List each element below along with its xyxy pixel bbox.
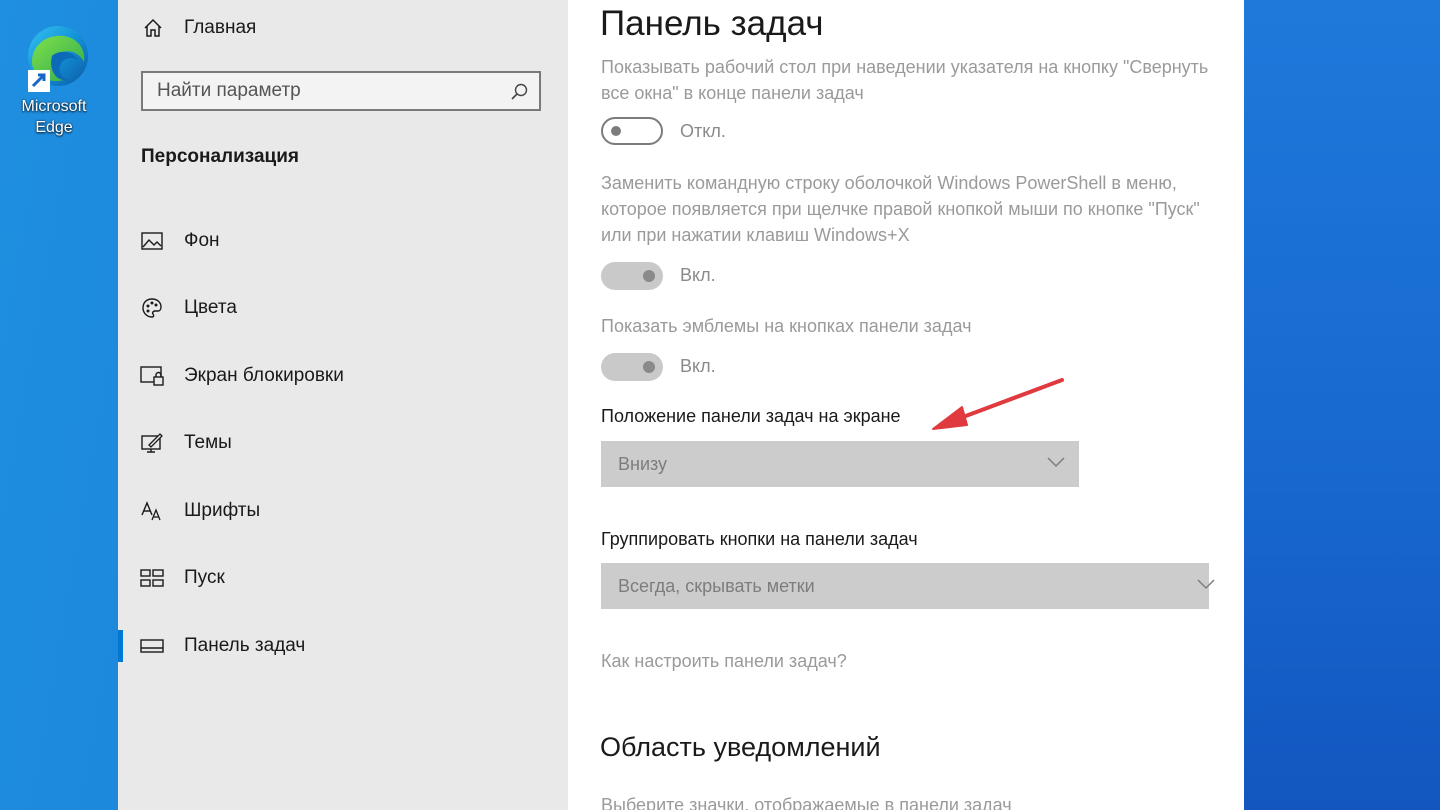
page-title: Панель задач: [600, 4, 832, 44]
desktop-background-right: [1244, 0, 1440, 810]
group-buttons-label: Группировать кнопки на панели задач: [601, 529, 918, 549]
content-pane: Панель задач Показывать рабочий стол при…: [568, 0, 1244, 810]
show-desktop-toggle-label: Откл.: [680, 121, 726, 141]
sidebar-item-label: Цвета: [184, 297, 237, 318]
settings-window: Главная Персонализация Фон Цвета: [118, 0, 1244, 810]
sidebar-item-label: Пуск: [184, 567, 225, 588]
edge-label-line2: Edge: [35, 119, 73, 136]
search-icon[interactable]: [509, 82, 529, 102]
powershell-toggle-label: Вкл.: [680, 265, 716, 285]
taskbar-position-value: Внизу: [618, 453, 668, 474]
desktop-shortcut-edge[interactable]: Microsoft Edge: [8, 22, 100, 142]
sidebar-item-label: Темы: [184, 432, 232, 453]
nav-home-label: Главная: [184, 17, 257, 38]
start-icon: [140, 566, 164, 590]
sidebar-item-themes[interactable]: Темы: [118, 421, 568, 465]
sidebar-item-background[interactable]: Фон: [118, 219, 568, 263]
notifications-heading: Область уведомлений: [600, 732, 881, 762]
group-buttons-value: Всегда, скрывать метки: [618, 575, 815, 596]
search-input[interactable]: [143, 73, 493, 109]
lock-screen-icon: [140, 364, 164, 388]
edge-logo-icon: [28, 26, 88, 92]
taskbar-icon: [140, 634, 164, 658]
badges-description: Показать эмблемы на кнопках панели задач: [601, 316, 972, 336]
sidebar-item-start[interactable]: Пуск: [118, 556, 568, 600]
taskbar-position-label: Положение панели задач на экране: [601, 406, 901, 426]
sidebar-item-colors[interactable]: Цвета: [118, 286, 568, 330]
sidebar-item-label: Экран блокировки: [184, 365, 344, 386]
taskbar-position-dropdown[interactable]: Внизу: [601, 441, 1079, 487]
picture-icon: [140, 229, 164, 253]
powershell-description: Заменить командную строку оболочкой Wind…: [601, 173, 1200, 245]
sidebar-item-taskbar[interactable]: Панель задач: [118, 624, 568, 668]
palette-icon: [140, 296, 164, 320]
nav-home[interactable]: Главная: [142, 14, 256, 42]
themes-icon: [140, 431, 164, 455]
powershell-toggle[interactable]: [601, 262, 663, 290]
edge-label-line1: Microsoft: [21, 98, 87, 115]
help-link[interactable]: Как настроить панели задач?: [601, 651, 847, 672]
search-box[interactable]: [141, 71, 541, 111]
show-desktop-description: Показывать рабочий стол при наведении ук…: [601, 57, 1209, 103]
sidebar-item-label: Панель задач: [184, 635, 306, 656]
notifications-description: Выберите значки, отображаемые в панели з…: [601, 795, 1012, 810]
group-buttons-dropdown[interactable]: Всегда, скрывать метки: [601, 563, 1215, 609]
badges-toggle-label: Вкл.: [680, 356, 716, 376]
sidebar-item-fonts[interactable]: Шрифты: [118, 489, 568, 533]
chevron-down-icon: [1197, 579, 1215, 590]
sidebar-item-lock-screen[interactable]: Экран блокировки: [118, 354, 568, 398]
section-title: Персонализация: [141, 146, 300, 167]
badges-toggle[interactable]: [601, 353, 663, 381]
sidebar: Главная Персонализация Фон Цвета: [118, 0, 568, 810]
home-icon: [144, 18, 162, 37]
sidebar-item-label: Фон: [184, 230, 220, 251]
show-desktop-toggle[interactable]: [601, 117, 663, 145]
fonts-icon: [140, 499, 164, 523]
chevron-down-icon: [1047, 457, 1065, 468]
sidebar-item-label: Шрифты: [184, 500, 261, 521]
